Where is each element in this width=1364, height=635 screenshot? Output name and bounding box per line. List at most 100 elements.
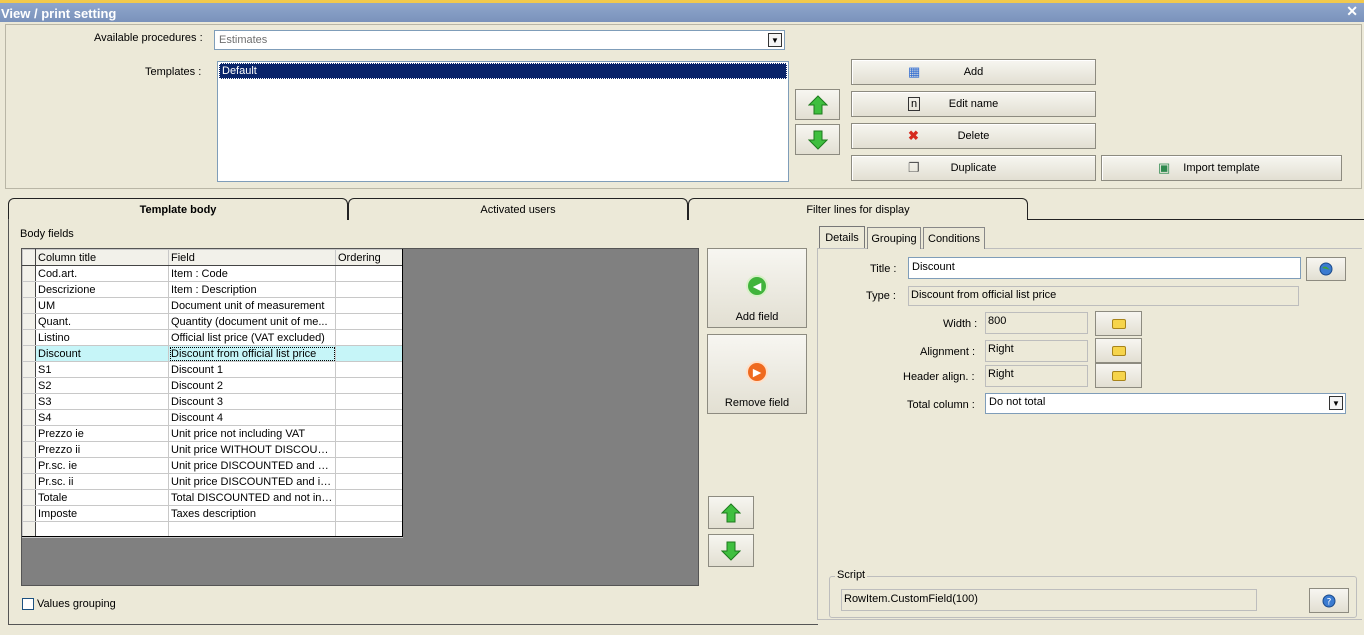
move-up-button[interactable] (795, 89, 840, 120)
tab-template-body[interactable]: Template body (8, 198, 348, 220)
cell-field[interactable]: Official list price (VAT excluded) (168, 329, 336, 346)
row-indicator[interactable] (22, 265, 36, 282)
table-row[interactable]: S3 Discount 3 (22, 393, 403, 410)
row-indicator[interactable] (22, 425, 36, 442)
cell-field[interactable]: Quantity (document unit of me... (168, 313, 336, 330)
duplicate-template-button[interactable]: ❐ Duplicate (851, 155, 1096, 181)
cell-ordering[interactable] (335, 265, 403, 282)
row-indicator[interactable] (22, 505, 36, 522)
body-fields-table[interactable]: Column title Field Ordering Cod.art. Item… (22, 249, 403, 538)
table-row[interactable]: S1 Discount 1 (22, 361, 403, 378)
row-indicator[interactable] (22, 393, 36, 410)
cell-column-title[interactable]: Pr.sc. ii (35, 473, 169, 490)
row-indicator[interactable] (22, 473, 36, 490)
row-indicator[interactable] (22, 281, 36, 298)
cell-column-title[interactable]: Prezzo ie (35, 425, 169, 442)
delete-template-button[interactable]: ✖ Delete (851, 123, 1096, 149)
cell-field[interactable]: Item : Code (168, 265, 336, 282)
row-indicator[interactable] (22, 297, 36, 314)
cell-column-title[interactable]: S3 (35, 393, 169, 410)
column-header-ordering[interactable]: Ordering (335, 249, 403, 266)
cell-ordering[interactable] (335, 281, 403, 298)
tab-activated-users[interactable]: Activated users (348, 198, 688, 220)
row-indicator[interactable] (22, 377, 36, 394)
table-row[interactable]: S4 Discount 4 (22, 409, 403, 426)
cell-ordering[interactable] (335, 505, 403, 522)
procedures-select[interactable]: Estimates (214, 30, 785, 50)
cell-ordering[interactable] (335, 393, 403, 410)
cell-ordering[interactable] (335, 297, 403, 314)
cell-field[interactable]: Unit price DISCOUNTED and in... (168, 473, 336, 490)
cell-field[interactable]: Taxes description (168, 505, 336, 522)
table-row[interactable]: Cod.art. Item : Code (22, 265, 403, 282)
cell-ordering[interactable] (335, 345, 403, 362)
cell-ordering[interactable] (335, 329, 403, 346)
tab-details[interactable]: Details (819, 226, 865, 248)
add-template-button[interactable]: ▦ Add (851, 59, 1096, 85)
chevron-down-icon[interactable]: ▼ (1329, 396, 1343, 410)
cell-column-title[interactable]: S2 (35, 377, 169, 394)
row-indicator[interactable] (22, 313, 36, 330)
table-row[interactable]: Quant. Quantity (document unit of me... (22, 313, 403, 330)
table-row[interactable]: Discount Discount from official list pric… (22, 345, 403, 362)
add-field-button[interactable]: ◄ Add field (707, 248, 807, 328)
table-row[interactable]: S2 Discount 2 (22, 377, 403, 394)
total-column-select[interactable]: Do not total (985, 393, 1346, 414)
title-translate-button[interactable] (1306, 257, 1346, 281)
cell-field[interactable]: Discount 2 (168, 377, 336, 394)
table-row[interactable]: Listino Official list price (VAT excluded… (22, 329, 403, 346)
cell-column-title[interactable]: Pr.sc. ie (35, 457, 169, 474)
row-indicator[interactable] (22, 409, 36, 426)
row-indicator[interactable] (22, 489, 36, 506)
tab-grouping[interactable]: Grouping (867, 227, 921, 249)
cell-field[interactable]: Unit price DISCOUNTED and no... (168, 457, 336, 474)
cell-field[interactable]: Unit price WITHOUT DISCOUN... (168, 441, 336, 458)
header-align-edit-button[interactable] (1095, 363, 1142, 388)
edit-name-button[interactable]: n Edit name (851, 91, 1096, 117)
remove-field-button[interactable]: ► Remove field (707, 334, 807, 414)
table-row[interactable]: Prezzo ie Unit price not including VAT (22, 425, 403, 442)
cell-ordering[interactable] (335, 441, 403, 458)
column-header-field[interactable]: Field (168, 249, 336, 266)
tab-conditions[interactable]: Conditions (923, 227, 985, 249)
width-edit-button[interactable] (1095, 311, 1142, 336)
cell-ordering[interactable] (335, 473, 403, 490)
table-row[interactable]: Pr.sc. ii Unit price DISCOUNTED and in... (22, 473, 403, 490)
cell-column-title[interactable]: Discount (35, 345, 169, 362)
cell-column-title[interactable]: S4 (35, 409, 169, 426)
cell-field[interactable]: Discount 1 (168, 361, 336, 378)
field-move-up-button[interactable] (708, 496, 754, 529)
cell-column-title[interactable]: Listino (35, 329, 169, 346)
cell-column-title[interactable]: Descrizione (35, 281, 169, 298)
close-icon[interactable]: ✕ (1346, 3, 1358, 20)
cell-column-title[interactable]: UM (35, 297, 169, 314)
import-template-button[interactable]: ▣ Import template (1101, 155, 1342, 181)
cell-column-title[interactable]: Cod.art. (35, 265, 169, 282)
table-row[interactable]: Pr.sc. ie Unit price DISCOUNTED and no... (22, 457, 403, 474)
row-indicator[interactable] (22, 345, 36, 362)
table-row[interactable]: Prezzo ii Unit price WITHOUT DISCOUN... (22, 441, 403, 458)
cell-field[interactable]: Discount 4 (168, 409, 336, 426)
cell-field[interactable]: Total DISCOUNTED and not inc... (168, 489, 336, 506)
row-indicator[interactable] (22, 441, 36, 458)
row-indicator[interactable] (22, 329, 36, 346)
cell-column-title[interactable]: Prezzo ii (35, 441, 169, 458)
field-move-down-button[interactable] (708, 534, 754, 567)
table-row[interactable]: UM Document unit of measurement (22, 297, 403, 314)
column-header-title[interactable]: Column title (35, 249, 169, 266)
chevron-down-icon[interactable]: ▼ (768, 33, 782, 47)
title-input[interactable]: Discount (908, 257, 1301, 279)
cell-ordering[interactable] (335, 377, 403, 394)
script-help-button[interactable]: ? (1309, 588, 1349, 613)
cell-field[interactable]: Discount from official list price (168, 345, 336, 362)
table-row[interactable]: Totale Total DISCOUNTED and not inc... (22, 489, 403, 506)
cell-field[interactable]: Unit price not including VAT (168, 425, 336, 442)
cell-field[interactable]: Document unit of measurement (168, 297, 336, 314)
cell-column-title[interactable]: Imposte (35, 505, 169, 522)
table-row[interactable]: Imposte Taxes description (22, 505, 403, 522)
cell-ordering[interactable] (335, 457, 403, 474)
cell-column-title[interactable]: S1 (35, 361, 169, 378)
cell-field[interactable]: Item : Description (168, 281, 336, 298)
cell-column-title[interactable]: Totale (35, 489, 169, 506)
cell-ordering[interactable] (335, 313, 403, 330)
